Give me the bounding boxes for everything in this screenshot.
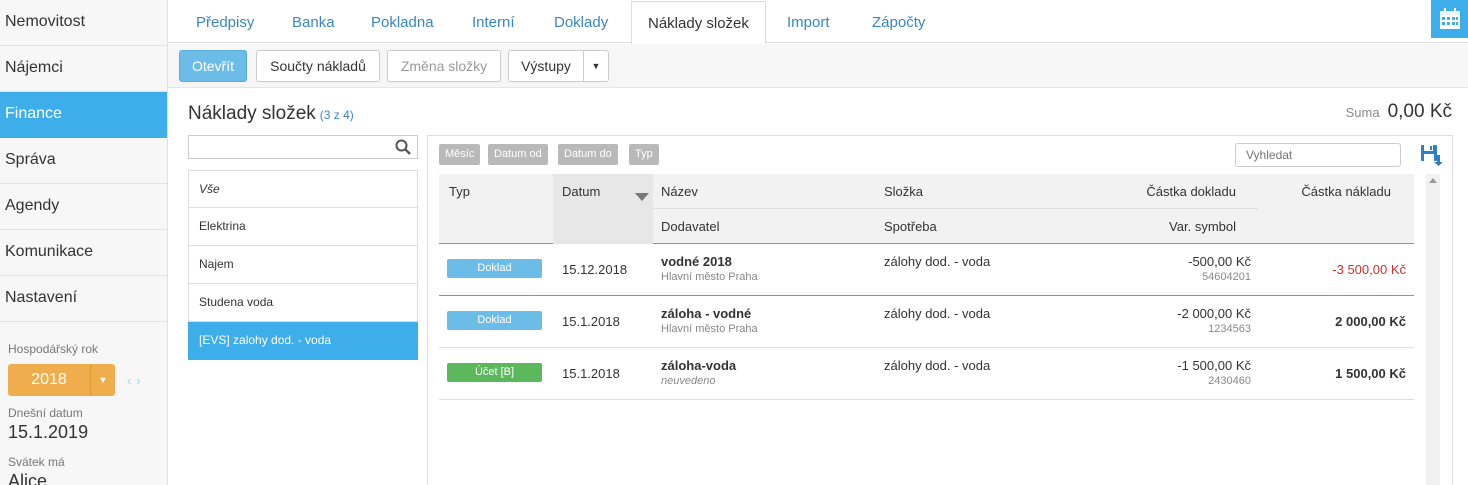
today-label: Dnešní datum xyxy=(8,406,83,420)
filter-search-input[interactable] xyxy=(188,135,418,159)
row-cost-amount: 1 500,00 Kč xyxy=(1335,366,1406,381)
type-badge: Doklad xyxy=(447,311,542,330)
chip-datum-do[interactable]: Datum do xyxy=(558,144,618,165)
row-component: zálohy dod. - voda xyxy=(884,254,991,269)
row-var-symbol: 54604201 xyxy=(1202,271,1251,283)
sums-button[interactable]: Součty nákladů xyxy=(256,50,380,82)
sidebar-item-agendy[interactable]: Agendy xyxy=(0,184,167,230)
header-divider xyxy=(653,208,1258,209)
row-component: zálohy dod. - voda xyxy=(884,306,991,321)
row-component: zálohy dod. - voda xyxy=(884,358,991,373)
today-date: 15.1.2019 xyxy=(8,422,89,442)
chip-datum-od[interactable]: Datum od xyxy=(488,144,548,165)
record-count: (3 z 4) xyxy=(319,108,354,122)
year-nav-arrows-icon[interactable]: ‹› xyxy=(127,373,146,388)
component-filter-list: Vše Elektrina Najem Studena voda [EVS] z… xyxy=(188,170,418,360)
chevron-down-icon[interactable]: ▼ xyxy=(91,364,115,396)
sum-label: Suma xyxy=(1345,105,1380,120)
sidebar-item-nastaveni[interactable]: Nastavení xyxy=(0,276,167,322)
fiscal-year-button[interactable]: 2018 xyxy=(8,364,91,396)
row-doc-amount: -2 000,00 Kč xyxy=(1177,306,1251,321)
sidebar-item-sprava[interactable]: Správa xyxy=(0,138,167,184)
tab-interni[interactable]: Interní xyxy=(456,0,531,43)
fiscal-year-label: Hospodářský rok xyxy=(8,342,99,356)
header-type[interactable]: Typ xyxy=(449,184,470,199)
tab-predpisy[interactable]: Předpisy xyxy=(180,0,270,43)
filter-item-all[interactable]: Vše xyxy=(188,170,418,208)
header-cost-amount[interactable]: Částka nákladu xyxy=(1301,184,1391,199)
tab-pokladna[interactable]: Pokladna xyxy=(355,0,450,43)
fiscal-year-block: Hospodářský rok 2018 ▼ ‹› Dnešní datum 1… xyxy=(0,322,167,485)
row-name: záloha - vodné xyxy=(661,306,752,321)
row-date: 15.12.2018 xyxy=(562,262,628,277)
tab-banka[interactable]: Banka xyxy=(276,0,351,43)
filter-item-elektrina[interactable]: Elektrina xyxy=(188,208,418,246)
sidebar-item-najemci[interactable]: Nájemci xyxy=(0,46,167,92)
sort-desc-icon[interactable] xyxy=(635,188,649,206)
header-date[interactable]: Datum xyxy=(562,184,600,199)
page-title: Náklady složek (3 z 4) xyxy=(188,103,354,125)
table-row[interactable]: Doklad 15.12.2018 vodné 2018 Hlavní měst… xyxy=(439,244,1414,296)
header-component[interactable]: Složka xyxy=(884,184,923,199)
table-header: Typ Datum Název Dodavatel Složka Spotřeb… xyxy=(439,174,1414,244)
row-supplier: Hlavní město Praha xyxy=(661,271,758,283)
sum-value: 0,00 Kč xyxy=(1387,101,1452,122)
header-supplier[interactable]: Dodavatel xyxy=(661,219,720,234)
table-scrollbar[interactable] xyxy=(1426,174,1440,485)
tab-zapocty[interactable]: Zápočty xyxy=(856,0,941,43)
filter-item-zalohy-voda[interactable]: [EVS] zalohy dod. - voda xyxy=(188,322,418,360)
outputs-dropdown-icon[interactable]: ▼ xyxy=(583,50,609,82)
calendar-icon[interactable] xyxy=(1431,0,1468,38)
table-row[interactable]: Doklad 15.1.2018 záloha - vodné Hlavní m… xyxy=(439,296,1414,348)
change-component-button[interactable]: Změna složky xyxy=(387,50,501,82)
search-icon[interactable] xyxy=(395,139,411,160)
tab-naklady-slozek[interactable]: Náklady složek xyxy=(631,1,766,45)
filter-item-studena-voda[interactable]: Studena voda xyxy=(188,284,418,322)
header-doc-amount[interactable]: Částka dokladu xyxy=(1146,184,1236,199)
save-export-icon[interactable] xyxy=(1420,144,1443,171)
type-badge: Doklad xyxy=(447,259,542,278)
toolbar: Otevřít Součty nákladů Změna složky Výst… xyxy=(168,44,1468,88)
sidebar: Nemovitost Nájemci Finance Správa Agendy… xyxy=(0,0,168,485)
row-supplier: Hlavní město Praha xyxy=(661,323,758,335)
filter-item-najem[interactable]: Najem xyxy=(188,246,418,284)
row-name: vodné 2018 xyxy=(661,254,732,269)
table-row[interactable]: Účet [B] 15.1.2018 záloha-voda neuvedeno… xyxy=(439,348,1414,400)
header-consumption[interactable]: Spotřeba xyxy=(884,219,937,234)
holiday-label: Svátek má xyxy=(8,455,65,469)
page-title-text: Náklady složek xyxy=(188,103,316,124)
row-cost-amount: -3 500,00 Kč xyxy=(1332,262,1406,277)
header-name[interactable]: Název xyxy=(661,184,698,199)
chip-mesic[interactable]: Měsíc xyxy=(439,144,481,165)
sidebar-item-komunikace[interactable]: Komunikace xyxy=(0,230,167,276)
header-var-symbol[interactable]: Var. symbol xyxy=(1169,219,1236,234)
holiday-name: Alice xyxy=(8,471,48,485)
row-cost-amount: 2 000,00 Kč xyxy=(1335,314,1406,329)
sidebar-item-nemovitost[interactable]: Nemovitost xyxy=(0,0,167,46)
row-var-symbol: 1234563 xyxy=(1208,323,1251,335)
row-date: 15.1.2018 xyxy=(562,314,620,329)
row-supplier: neuvedeno xyxy=(661,375,716,387)
row-var-symbol: 2430460 xyxy=(1208,375,1251,387)
tab-bar: Předpisy Banka Pokladna Interní Doklady … xyxy=(168,0,1468,45)
scroll-up-icon[interactable] xyxy=(1429,178,1437,183)
open-button[interactable]: Otevřít xyxy=(179,50,247,82)
chip-typ[interactable]: Typ xyxy=(629,144,659,165)
type-badge: Účet [B] xyxy=(447,363,542,382)
row-name: záloha-voda xyxy=(661,358,737,373)
tab-doklady[interactable]: Doklady xyxy=(538,0,624,43)
tab-import[interactable]: Import xyxy=(771,0,846,43)
row-date: 15.1.2018 xyxy=(562,366,620,381)
row-doc-amount: -500,00 Kč xyxy=(1188,254,1251,269)
sum-display: Suma 0,00 Kč xyxy=(1346,101,1452,123)
search-input[interactable] xyxy=(1235,143,1401,167)
row-doc-amount: -1 500,00 Kč xyxy=(1177,358,1251,373)
sidebar-item-finance[interactable]: Finance xyxy=(0,92,167,138)
outputs-button[interactable]: Výstupy xyxy=(508,50,584,82)
